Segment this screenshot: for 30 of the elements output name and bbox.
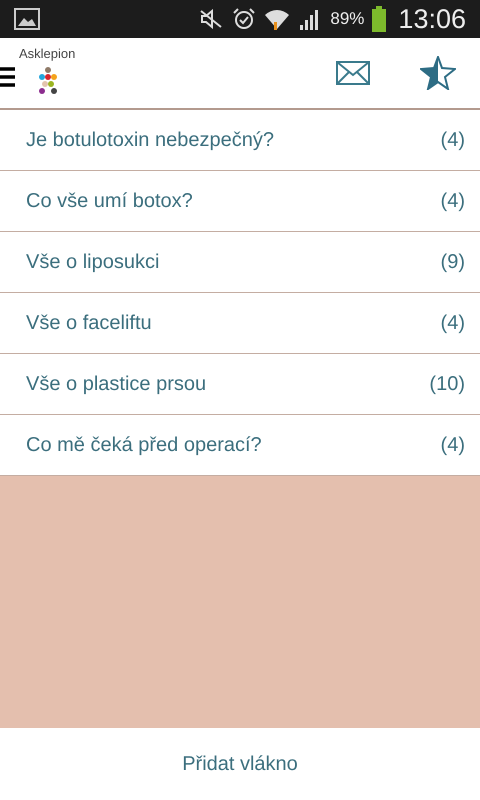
logo-text: Asklepion [19,46,76,61]
wifi-icon [264,7,290,31]
gallery-icon [14,8,40,30]
topic-title: Je botulotoxin nebezpečný? [26,128,274,152]
topic-count: (4) [440,434,465,456]
topic-row[interactable]: Vše o plastice prsou (10) [0,354,480,415]
add-thread-button[interactable]: Přidat vlákno [0,728,480,800]
star-icon[interactable] [420,56,456,90]
topic-count: (9) [440,250,465,274]
topic-row[interactable]: Co mě čeká před operací? (4) [0,415,480,476]
topic-title: Vše o plastice prsou [26,372,206,396]
topic-count: (4) [440,190,465,212]
topic-count: (10) [429,372,465,396]
topic-row[interactable]: Je botulotoxin nebezpečný? (4) [0,110,480,171]
mail-icon[interactable] [336,61,370,85]
topic-row[interactable]: Co vše umí botox? (4) [0,171,480,232]
clock: 13:06 [398,4,466,34]
topic-count: (4) [440,128,465,152]
mute-icon [198,8,224,30]
topic-title: Vše o faceliftu [26,312,152,334]
topic-count: (4) [440,312,465,334]
battery-percent: 89% [330,9,364,29]
battery-icon [372,6,386,32]
menu-icon[interactable] [0,66,15,88]
topic-title: Vše o liposukci [26,250,160,274]
topic-row[interactable]: Vše o faceliftu (4) [0,293,480,354]
topic-title: Co vše umí botox? [26,190,193,212]
topic-title: Co mě čeká před operací? [26,434,262,456]
alarm-icon [232,7,256,31]
topic-row[interactable]: Vše o liposukci (9) [0,232,480,293]
